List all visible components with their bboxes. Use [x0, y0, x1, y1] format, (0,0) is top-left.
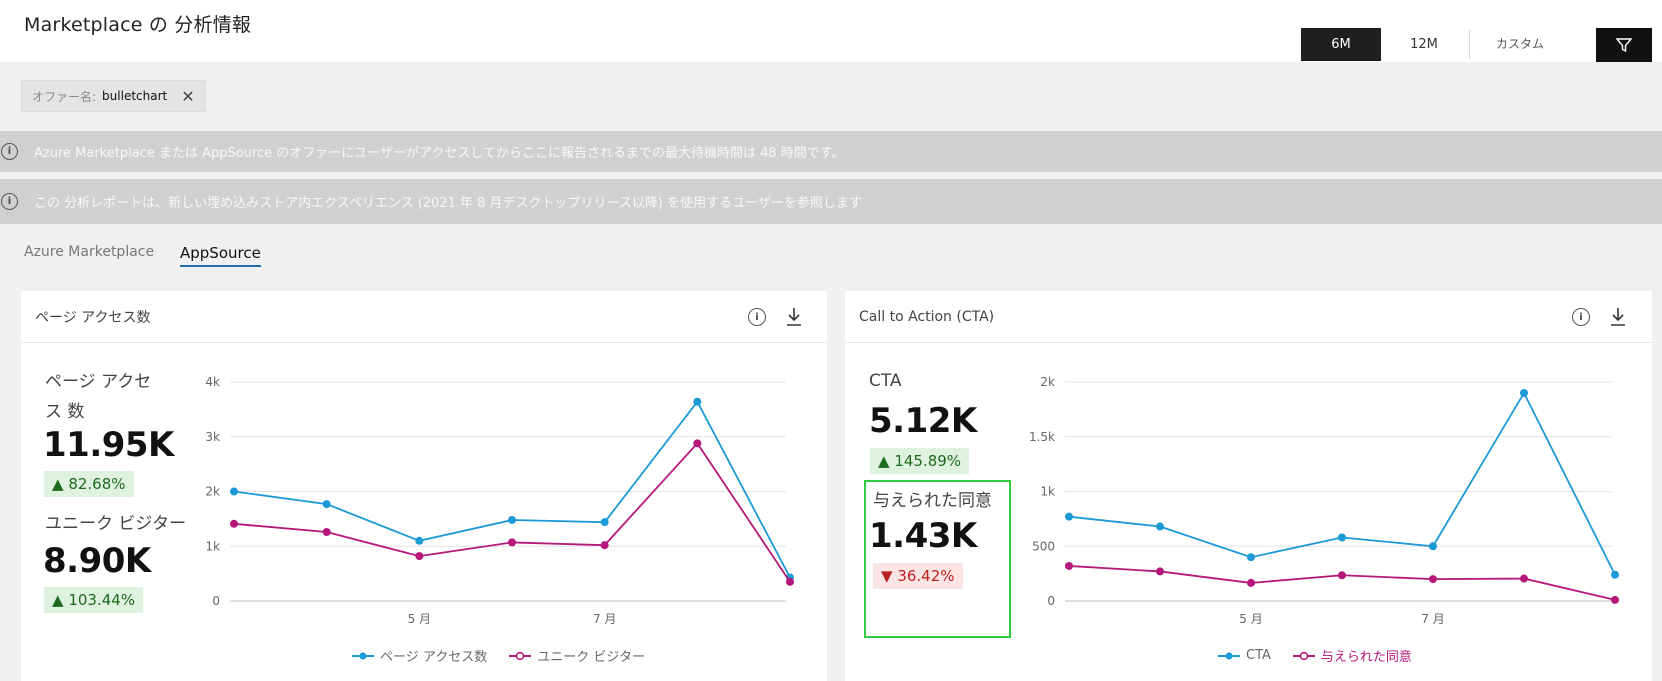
y-tick-label: 3k: [205, 430, 220, 444]
page-views-legend: ページ アクセス数 ユニーク ビジター: [352, 646, 667, 665]
series-line-secondary: [233, 441, 791, 583]
kpi-cta-label: CTA: [869, 371, 902, 391]
data-point[interactable]: [600, 518, 609, 527]
legend-item-unique-visitors[interactable]: ユニーク ビジター: [509, 646, 645, 665]
data-point[interactable]: [1156, 522, 1164, 531]
card-header: ページ アクセス数 i: [21, 291, 827, 343]
legend-item-cta[interactable]: CTA: [1218, 648, 1271, 663]
page-views-line-chart: 0 1k 2k 3k 4k 5 月 7 月: [205, 375, 794, 626]
kpi-unique-visitors-value: 8.90K: [43, 541, 151, 581]
kpi-page-views-change: ▲ 82.68%: [44, 471, 134, 497]
data-point[interactable]: [1520, 574, 1528, 583]
data-point[interactable]: [1247, 578, 1255, 587]
y-tick-label: 4k: [205, 375, 220, 389]
data-point[interactable]: [415, 536, 424, 545]
legend-marker: [352, 652, 374, 659]
filter-icon: [1616, 38, 1632, 53]
close-icon[interactable]: ✕: [181, 87, 194, 106]
consent-highlight-box: [864, 480, 1011, 638]
kpi-cta-value: 5.12K: [869, 401, 977, 441]
y-tick-label: 2k: [205, 485, 220, 499]
legend-marker: [509, 651, 532, 660]
y-tick-label: 500: [1032, 539, 1055, 553]
series-line-secondary: [1068, 565, 1616, 601]
kpi-cta-change: ▲ 145.89%: [870, 448, 970, 474]
kpi-unique-visitors-change: ▲ 103.44%: [44, 587, 144, 613]
legend-label: ユニーク ビジター: [537, 650, 646, 665]
data-point[interactable]: [1429, 575, 1437, 584]
card-title: Call to Action (CTA): [859, 309, 995, 325]
data-point[interactable]: [1065, 561, 1073, 570]
info-banner-latency: i Azure Marketplace または AppSource のオファーに…: [0, 131, 1662, 172]
data-point[interactable]: [1429, 542, 1437, 551]
data-point[interactable]: [1338, 533, 1346, 542]
y-tick-label: 0: [1047, 594, 1055, 608]
range-6m-button[interactable]: 6M: [1301, 28, 1381, 61]
data-point[interactable]: [1338, 571, 1346, 580]
range-12m-button[interactable]: 12M: [1381, 28, 1467, 61]
legend-item-consent[interactable]: 与えられた同意: [1292, 646, 1412, 665]
y-tick-label: 1k: [205, 539, 220, 553]
range-custom-button[interactable]: カスタム: [1470, 28, 1570, 61]
x-tick-label: 7 月: [1421, 612, 1444, 626]
cta-line-chart: 0 500 1k 1.5k 2k 5 月 7 月: [1029, 375, 1619, 626]
top-bar: Marketplace の 分析情報 6M 12M カスタム: [0, 0, 1662, 62]
legend-marker: [1292, 651, 1315, 660]
card-header: Call to Action (CTA) i: [845, 291, 1652, 343]
data-point[interactable]: [1611, 570, 1619, 579]
info-icon: i: [1, 143, 18, 160]
data-point[interactable]: [693, 439, 702, 448]
data-point[interactable]: [508, 515, 516, 524]
data-point[interactable]: [508, 538, 516, 547]
data-point[interactable]: [1611, 595, 1619, 604]
data-point[interactable]: [1520, 388, 1528, 397]
tab-azure-marketplace[interactable]: Azure Marketplace: [24, 244, 154, 260]
data-point[interactable]: [1065, 512, 1073, 521]
info-icon: i: [1, 193, 18, 210]
filter-chip-value: bulletchart: [102, 89, 168, 103]
data-point[interactable]: [1247, 553, 1255, 562]
filter-chip: オファー名: bulletchart ✕: [21, 80, 206, 112]
kpi-unique-visitors-label: ユニーク ビジター: [45, 514, 187, 534]
data-point[interactable]: [322, 500, 331, 509]
data-point[interactable]: [786, 577, 794, 586]
data-point[interactable]: [693, 397, 702, 406]
legend-item-page-views[interactable]: ページ アクセス数: [352, 646, 487, 665]
data-point[interactable]: [230, 519, 238, 528]
download-icon[interactable]: [785, 306, 803, 328]
x-tick-label: 5 月: [408, 612, 431, 626]
data-point[interactable]: [415, 552, 424, 561]
series-line-primary: [1068, 391, 1616, 576]
kpi-page-views-label: ページ アクセス 数: [45, 372, 152, 422]
legend-marker: [1218, 652, 1240, 659]
card-title: ページ アクセス数: [35, 310, 151, 326]
x-tick-label: 5 月: [1239, 612, 1262, 626]
download-icon[interactable]: [1609, 306, 1627, 328]
kpi-page-views-value: 11.95K: [43, 425, 174, 465]
data-point[interactable]: [322, 528, 331, 537]
banner-text: Azure Marketplace または AppSource のオファーにユー…: [34, 146, 845, 161]
legend-label: CTA: [1246, 648, 1271, 663]
x-tick-label: 7 月: [593, 612, 616, 626]
cta-legend: CTA 与えられた同意: [1218, 646, 1434, 665]
info-icon[interactable]: i: [748, 308, 766, 326]
page-title: Marketplace の 分析情報: [24, 14, 252, 36]
legend-label: 与えられた同意: [1320, 650, 1412, 665]
data-point[interactable]: [600, 541, 609, 550]
y-tick-label: 2k: [1040, 375, 1055, 389]
y-tick-label: 0: [212, 594, 220, 608]
banner-text: この 分析レポートは、新しい埋め込みストア内エクスペリエンス (2021 年 8…: [34, 196, 862, 211]
info-banner-embedded: i この 分析レポートは、新しい埋め込みストア内エクスペリエンス (2021 年…: [0, 179, 1662, 224]
y-tick-label: 1k: [1040, 485, 1055, 499]
filter-button[interactable]: [1596, 28, 1652, 62]
filter-chip-key: オファー名:: [32, 89, 97, 104]
data-point[interactable]: [230, 487, 238, 496]
tab-appsource[interactable]: AppSource: [180, 244, 261, 267]
data-point[interactable]: [1156, 567, 1164, 576]
series-line-primary: [233, 400, 791, 578]
y-tick-label: 1.5k: [1029, 430, 1055, 444]
info-icon[interactable]: i: [1572, 308, 1590, 326]
legend-label: ページ アクセス数: [380, 650, 488, 665]
